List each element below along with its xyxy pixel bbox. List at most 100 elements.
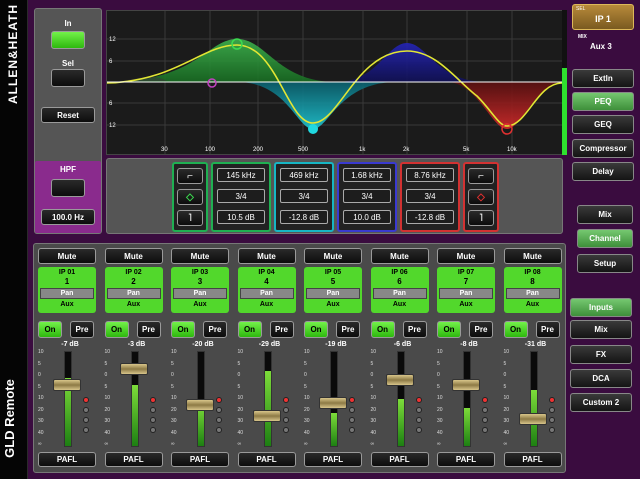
nav-view-mix[interactable]: Mix — [577, 205, 633, 224]
mute-button[interactable]: Mute — [437, 248, 495, 264]
nav-peq[interactable]: PEQ — [572, 92, 634, 111]
pre-button[interactable]: Pre — [336, 321, 360, 338]
fader-cap[interactable] — [186, 399, 214, 411]
pre-button[interactable]: Pre — [269, 321, 294, 338]
pafl-button[interactable]: PAFL — [304, 452, 362, 467]
nav-layer-dca[interactable]: DCA — [570, 369, 632, 388]
eq-graph[interactable]: 12 6 6 12 30 100 200 500 1k 2k 5k 10k — [106, 10, 563, 155]
nav-compressor[interactable]: Compressor — [572, 139, 634, 158]
fader-cap[interactable] — [53, 379, 81, 392]
pan-control[interactable]: Pan — [505, 288, 560, 299]
fader-cap[interactable] — [119, 363, 148, 375]
band-3-gain[interactable]: 10.0 dB — [343, 210, 391, 224]
fader-cap[interactable] — [252, 409, 281, 422]
fader-cap[interactable] — [385, 373, 414, 386]
eq-band-2[interactable]: 469 kHz 3/4 -12.8 dB — [274, 162, 334, 232]
pre-button[interactable]: Pre — [535, 321, 560, 338]
nav-view-setup[interactable]: Setup — [577, 254, 633, 273]
high-shelf-selector[interactable]: ⌐ ◇ ˥ — [463, 162, 499, 232]
on-button[interactable]: On — [38, 321, 62, 338]
fader-cap[interactable] — [319, 397, 347, 410]
band-1-frequency[interactable]: 145 kHz — [217, 168, 265, 182]
band-4-gain[interactable]: -12.8 dB — [406, 210, 454, 224]
eq-reset-button[interactable]: Reset — [41, 107, 95, 123]
channel-name-tile[interactable]: IP 02 2 Pan Aux — [104, 267, 163, 313]
pafl-button[interactable]: PAFL — [437, 452, 495, 467]
low-shelf-selector[interactable]: ⌐ ◇ ˥ — [172, 162, 208, 232]
hpf-frequency[interactable]: 100.0 Hz — [41, 209, 95, 225]
band-2-gain[interactable]: -12.8 dB — [280, 210, 328, 224]
pafl-button[interactable]: PAFL — [104, 452, 163, 467]
channel-name-tile[interactable]: IP 07 7 Pan Aux — [437, 267, 495, 313]
on-button[interactable]: On — [104, 321, 129, 338]
channel-name-tile[interactable]: IP 08 8 Pan Aux — [503, 267, 562, 313]
pre-button[interactable]: Pre — [469, 321, 493, 338]
nav-geq[interactable]: GEQ — [572, 115, 634, 134]
pafl-button[interactable]: PAFL — [38, 452, 96, 467]
channel-name-tile[interactable]: IP 04 4 Pan Aux — [237, 267, 296, 313]
channel-name-tile[interactable]: IP 06 6 Pan Aux — [370, 267, 429, 313]
mute-button[interactable]: Mute — [171, 248, 229, 264]
shelf-icon[interactable]: ⌐ — [468, 168, 494, 184]
mute-button[interactable]: Mute — [370, 248, 429, 264]
eq-band-1[interactable]: 145 kHz 3/4 10.5 dB — [211, 162, 271, 232]
pafl-button[interactable]: PAFL — [171, 452, 229, 467]
pan-control[interactable]: Pan — [173, 288, 227, 299]
pre-button[interactable]: Pre — [136, 321, 161, 338]
shelf-icon[interactable]: ⌐ — [177, 168, 203, 184]
eq-sel-button[interactable] — [51, 69, 85, 87]
nav-view-channel[interactable]: Channel — [577, 229, 633, 248]
fader-cap[interactable] — [518, 412, 547, 425]
pan-control[interactable]: Pan — [372, 288, 427, 299]
pafl-button[interactable]: PAFL — [370, 452, 429, 467]
pre-button[interactable]: Pre — [402, 321, 427, 338]
on-button[interactable]: On — [437, 321, 461, 338]
pan-control[interactable]: Pan — [439, 288, 493, 299]
nav-layer-custom-2[interactable]: Custom 2 — [570, 393, 632, 412]
bell-icon[interactable]: ◇ — [468, 189, 494, 205]
hpf-button[interactable] — [51, 179, 85, 197]
cut-icon[interactable]: ˥ — [468, 210, 494, 226]
fader-cap[interactable] — [452, 379, 480, 392]
nav-delay[interactable]: Delay — [572, 162, 634, 181]
nav-layer-fx[interactable]: FX — [570, 345, 632, 364]
band-1-gain[interactable]: 10.5 dB — [217, 210, 265, 224]
pan-control[interactable]: Pan — [306, 288, 360, 299]
channel-name-tile[interactable]: IP 01 1 Pan Aux — [38, 267, 96, 313]
on-button[interactable]: On — [237, 321, 262, 338]
eq-band-2-handle[interactable] — [308, 124, 318, 134]
mute-button[interactable]: Mute — [104, 248, 163, 264]
band-1-width[interactable]: 3/4 — [217, 189, 265, 203]
band-3-width[interactable]: 3/4 — [343, 189, 391, 203]
nav-layer-inputs[interactable]: Inputs — [570, 298, 632, 317]
eq-band-3[interactable]: 1.68 kHz 3/4 10.0 dB — [337, 162, 397, 232]
pre-button[interactable]: Pre — [203, 321, 227, 338]
pan-control[interactable]: Pan — [106, 288, 161, 299]
channel-name-tile[interactable]: IP 03 3 Pan Aux — [171, 267, 229, 313]
on-button[interactable]: On — [304, 321, 328, 338]
on-button[interactable]: On — [503, 321, 528, 338]
channel-name-tile[interactable]: IP 05 5 Pan Aux — [304, 267, 362, 313]
band-2-width[interactable]: 3/4 — [280, 189, 328, 203]
nav-layer-mix[interactable]: Mix — [570, 320, 632, 339]
band-3-frequency[interactable]: 1.68 kHz — [343, 168, 391, 182]
pre-button[interactable]: Pre — [70, 321, 94, 338]
on-button[interactable]: On — [171, 321, 195, 338]
on-button[interactable]: On — [370, 321, 395, 338]
mute-button[interactable]: Mute — [503, 248, 562, 264]
eq-in-button[interactable] — [51, 31, 85, 49]
nav-extin[interactable]: Extln — [572, 69, 634, 88]
eq-band-4[interactable]: 8.76 kHz 3/4 -12.8 dB — [400, 162, 460, 232]
band-4-frequency[interactable]: 8.76 kHz — [406, 168, 454, 182]
mute-button[interactable]: Mute — [38, 248, 96, 264]
band-2-frequency[interactable]: 469 kHz — [280, 168, 328, 182]
band-4-width[interactable]: 3/4 — [406, 189, 454, 203]
pafl-button[interactable]: PAFL — [503, 452, 562, 467]
pafl-button[interactable]: PAFL — [237, 452, 296, 467]
bell-icon[interactable]: ◇ — [177, 189, 203, 205]
selection-box[interactable]: SEL IP 1 — [572, 4, 634, 30]
mute-button[interactable]: Mute — [304, 248, 362, 264]
pan-control[interactable]: Pan — [239, 288, 294, 299]
pan-control[interactable]: Pan — [40, 288, 94, 299]
mute-button[interactable]: Mute — [237, 248, 296, 264]
